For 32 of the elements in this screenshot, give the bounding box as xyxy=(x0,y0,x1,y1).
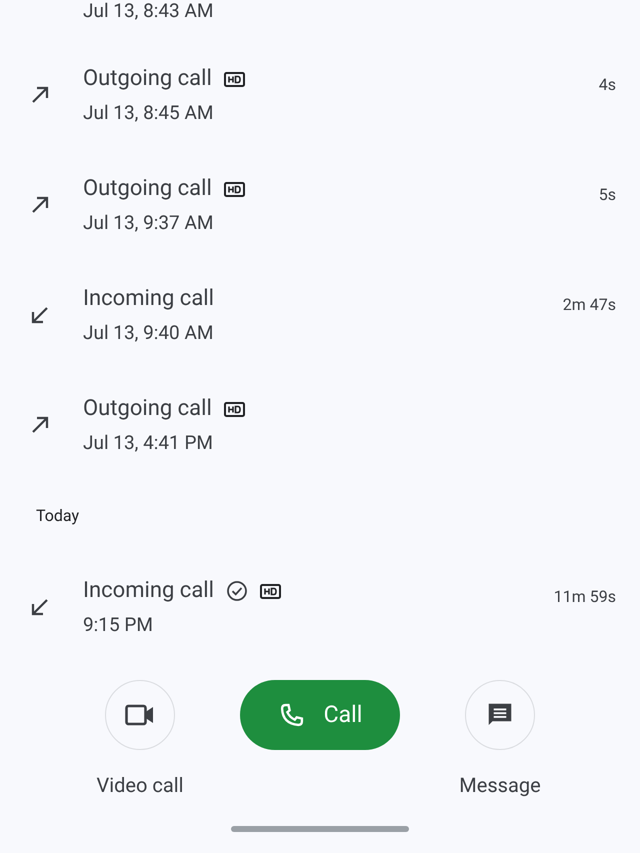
call-date: Jul 13, 8:43 AM xyxy=(83,0,214,22)
video-camera-icon xyxy=(125,704,155,726)
call-date: 9:15 PM xyxy=(83,613,154,637)
call-duration: 2m 47s xyxy=(562,294,616,316)
call-duration: 5s xyxy=(598,184,616,206)
call-log-row[interactable]: Outgoing call Jul 13, 4:41 PM xyxy=(0,370,640,480)
hd-icon xyxy=(224,182,245,196)
message-label: Message xyxy=(459,772,541,799)
video-call-button[interactable] xyxy=(105,680,175,750)
call-log-row[interactable]: Outgoing call Jul 13, 9:37 AM 5s xyxy=(0,150,640,260)
call-date: Jul 13, 9:40 AM xyxy=(83,321,214,345)
call-type: Outgoing call xyxy=(83,65,212,93)
call-log-row[interactable]: Outgoing call Jul 13, 8:45 AM 4s xyxy=(0,40,640,150)
call-type: Outgoing call xyxy=(83,175,212,203)
call-date: Jul 13, 9:37 AM xyxy=(83,211,214,235)
call-type: Incoming call xyxy=(83,577,214,605)
call-type: Incoming call xyxy=(83,285,214,313)
call-log-row[interactable]: Incoming call 9:15 PM 11m 59s xyxy=(0,552,640,662)
video-call-label: Video call xyxy=(96,772,184,799)
call-type: Outgoing call xyxy=(83,395,212,423)
call-button[interactable]: Call xyxy=(240,680,400,750)
verified-check-icon xyxy=(226,580,248,602)
call-date: Jul 13, 4:41 PM xyxy=(83,431,214,455)
hd-icon xyxy=(260,584,281,598)
message-button[interactable] xyxy=(465,680,535,750)
hd-icon xyxy=(224,72,245,86)
call-duration: 4s xyxy=(598,74,616,96)
call-date: Jul 13, 8:45 AM xyxy=(83,101,214,125)
call-log-row[interactable]: Incoming call Jul 13, 9:40 AM 2m 47s xyxy=(0,260,640,370)
section-header: Today xyxy=(36,505,80,527)
call-duration: 11m 59s xyxy=(554,586,616,608)
hd-icon xyxy=(224,402,245,416)
